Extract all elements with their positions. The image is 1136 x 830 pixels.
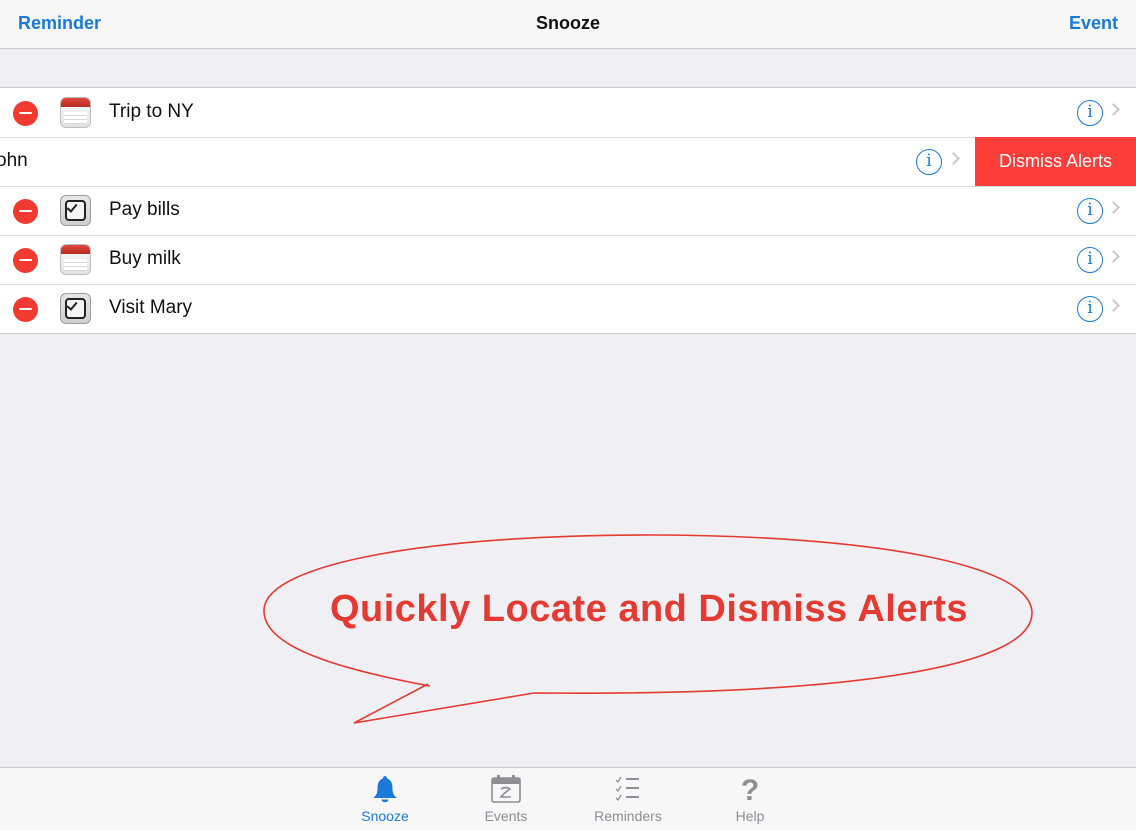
list-item[interactable]: Pay bills i [0,186,1136,235]
tab-label: Reminders [594,808,662,824]
list-item-label: Trip to NY [109,101,194,122]
list-item[interactable]: Visit Mary i [0,284,1136,333]
tab-snooze[interactable]: Snooze [340,774,430,824]
info-icon[interactable]: i [1077,198,1103,224]
bell-icon [373,776,397,803]
list-item[interactable]: ohn i Dismiss Alerts [0,137,1136,186]
calendar-icon [60,244,91,275]
reminder-clock-icon [60,293,91,324]
callout-text: Quickly Locate and Dismiss Alerts [329,588,969,630]
question-icon: ? [741,774,759,804]
tab-events[interactable]: Events [461,774,551,824]
list-item[interactable]: Buy milk i [0,235,1136,284]
reminder-clock-icon [60,195,91,226]
tab-label: Events [484,808,528,824]
list-item-label: Pay bills [109,199,180,220]
tab-label: Help [735,808,765,824]
info-icon[interactable]: i [1077,247,1103,273]
chevron-right-icon [1107,201,1120,214]
navigation-bar: Reminder Snooze Event [0,0,1136,49]
list-icon [615,776,639,802]
info-icon[interactable]: i [1077,100,1103,126]
info-icon[interactable]: i [1077,296,1103,322]
delete-icon[interactable] [13,248,38,273]
tab-help[interactable]: ? Help [705,774,795,824]
tab-reminders[interactable]: Reminders [583,774,673,824]
delete-icon[interactable] [13,199,38,224]
chevron-right-icon [947,152,960,165]
tab-bar: Snooze Events Reminders ? Help [0,767,1136,830]
list-item-label: Visit Mary [109,297,193,318]
page-title: Snooze [535,13,600,33]
chevron-right-icon [1107,103,1120,116]
dismiss-alerts-button[interactable]: Dismiss Alerts [975,137,1136,186]
event-button[interactable]: Event [1069,13,1118,34]
chevron-right-icon [1107,250,1120,263]
alerts-list: Trip to NY i ohn i Dismiss Alerts Pay bi… [0,87,1136,334]
list-item[interactable]: Trip to NY i [0,88,1136,137]
info-icon[interactable]: i [916,149,942,175]
list-item-label: Buy milk [109,248,181,269]
delete-icon[interactable] [13,101,38,126]
svg-text:?: ? [741,774,759,804]
calendar-icon [491,775,521,803]
calendar-icon [60,97,91,128]
tab-label: Snooze [361,808,409,824]
delete-icon[interactable] [13,297,38,322]
chevron-right-icon [1107,299,1120,312]
list-item-label: ohn [0,150,28,171]
